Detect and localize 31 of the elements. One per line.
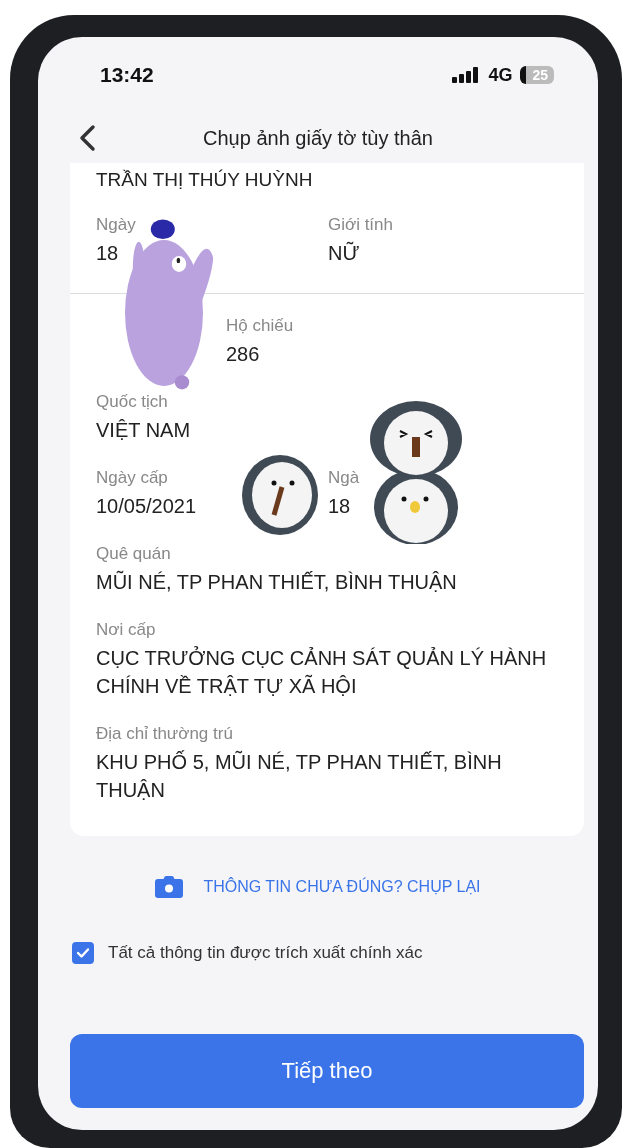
field-value: 10/05/2021 <box>96 494 198 519</box>
field-label: Nơi cấp <box>96 620 157 640</box>
field-value: MŨI NÉ, TP PHAN THIẾT, BÌNH THUẬN <box>96 569 458 595</box>
field-label: Quê quán <box>96 544 172 564</box>
camera-icon <box>155 876 184 898</box>
field-label: Hộ chiếu <box>226 316 295 336</box>
next-button[interactable]: Tiếp theo <box>70 1034 584 1108</box>
field-value: 18 <box>328 494 352 519</box>
checkmark-icon <box>76 947 90 959</box>
signal-icon <box>452 67 481 83</box>
field-label: Ngày <box>96 215 137 235</box>
network-label: 4G <box>488 64 513 86</box>
checkbox-label: Tất cả thông tin được trích xuất chính xác <box>108 943 423 963</box>
status-time: 13:42 <box>100 63 154 87</box>
field-value: 18 <box>96 241 120 266</box>
retake-link[interactable]: THÔNG TIN CHƯA ĐÚNG? CHỤP LẠI <box>38 876 598 898</box>
field-value: NỮ <box>328 240 361 266</box>
field-label: Quốc tịch <box>96 392 169 412</box>
field-value: KHU PHỐ 5, MŨI NÉ, TP PHAN THIẾT, BÌNH THUẬN <box>96 749 503 803</box>
back-chevron-icon[interactable] <box>78 124 98 152</box>
field-label: Giới tính <box>328 215 394 235</box>
field-label: Ngà <box>328 468 361 488</box>
field-value: 286 <box>226 342 261 367</box>
field-value: CỤC TRƯỞNG CỤC CẢNH SÁT QUẢN LÝ HÀNH CHÍNH VỀ TRẬT TỰ XÃ HỘI <box>96 645 548 699</box>
battery-indicator: 25 <box>520 66 554 84</box>
field-label: Ngày cấp <box>96 468 169 488</box>
checkbox[interactable] <box>72 942 94 964</box>
page-title: Chụp ảnh giấy tờ tùy thân <box>203 126 433 150</box>
full-name-value: TRẦN THỊ THÚY HUỲNH <box>95 169 314 192</box>
field-label: Địa chỉ thường trú <box>96 724 234 744</box>
field-value: VIỆT NAM <box>96 418 192 443</box>
